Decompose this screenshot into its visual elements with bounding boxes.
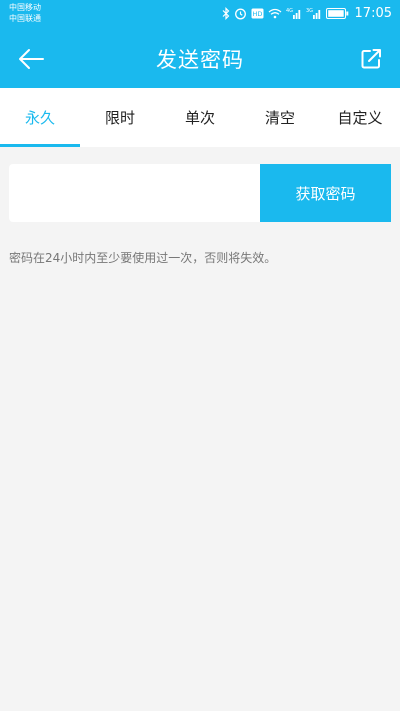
status-bar: 中国移动 中国联通 HD 4G 3G 17:05 — [0, 0, 400, 28]
tab-time-limited[interactable]: 限时 — [80, 88, 160, 147]
carrier-1: 中国移动 — [9, 3, 41, 12]
tab-permanent[interactable]: 永久 — [0, 88, 80, 147]
validity-hint: 密码在24小时内至少要使用过一次，否则将失效。 — [9, 251, 277, 265]
bluetooth-icon — [222, 6, 229, 20]
share-external-icon — [361, 49, 381, 69]
tab-clear[interactable]: 清空 — [240, 88, 320, 147]
battery-icon — [325, 7, 348, 19]
svg-text:4G: 4G — [286, 8, 293, 14]
wifi-icon — [268, 8, 281, 18]
password-form: 获取密码 — [9, 164, 391, 222]
tab-custom[interactable]: 自定义 — [320, 88, 400, 147]
clock: 17:05 — [354, 5, 392, 21]
password-type-tabs: 永久 限时 单次 清空 自定义 — [0, 88, 400, 147]
tab-single-use[interactable]: 单次 — [160, 88, 240, 147]
password-field[interactable] — [9, 164, 260, 222]
svg-text:3G: 3G — [306, 8, 313, 14]
title-bar: 发送密码 — [0, 30, 400, 88]
svg-text:HD: HD — [252, 10, 262, 18]
hd-icon: HD — [251, 8, 264, 18]
app-header: 中国移动 中国联通 HD 4G 3G 17:05 发送密码 — [0, 0, 400, 88]
page-title: 发送密码 — [156, 48, 244, 72]
status-icons: HD 4G 3G 17:05 — [222, 5, 392, 21]
get-password-button[interactable]: 获取密码 — [260, 164, 391, 222]
alarm-icon — [234, 8, 246, 19]
signal-3g-icon: 3G — [306, 8, 320, 19]
signal-4g-icon: 4G — [286, 8, 300, 19]
carrier-2: 中国联通 — [9, 14, 41, 23]
share-button[interactable] — [356, 44, 386, 74]
carrier-info: 中国移动 中国联通 — [9, 2, 41, 24]
